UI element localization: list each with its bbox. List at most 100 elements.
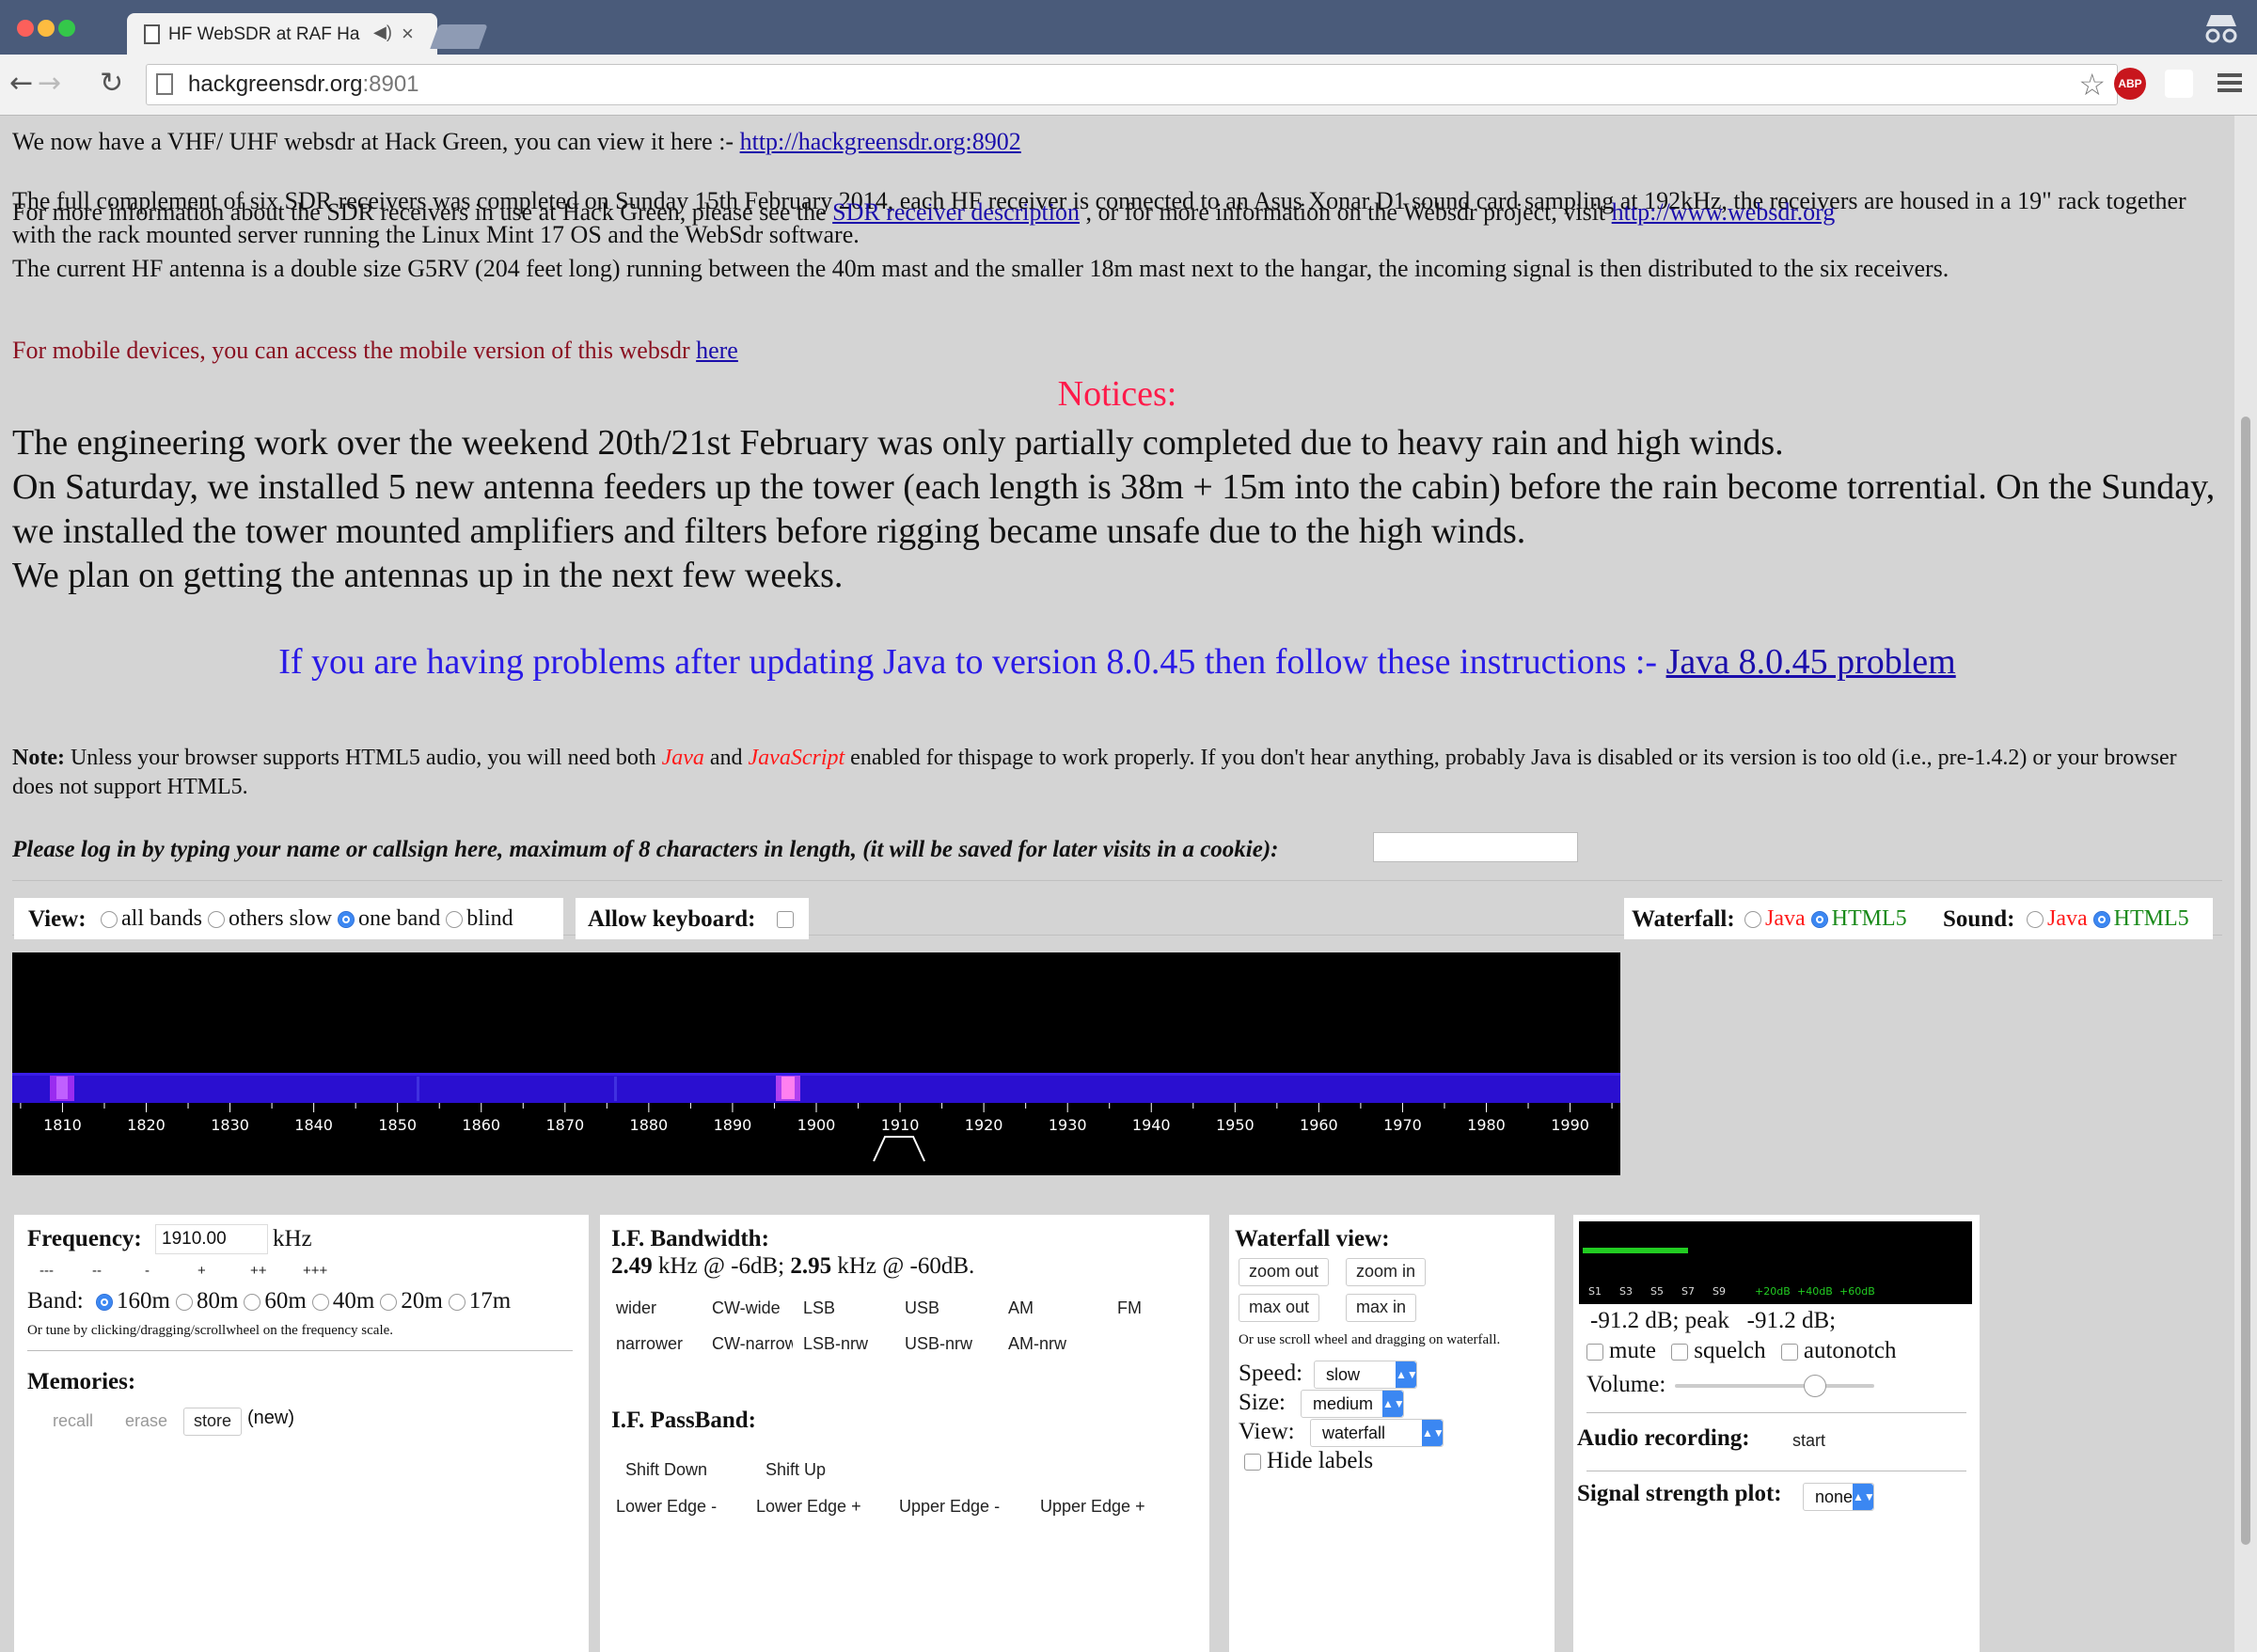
- view-option-radio-1[interactable]: [207, 911, 225, 929]
- scale-label: 1970: [1383, 1116, 1422, 1134]
- edge-button-upper-edge-[interactable]: Upper Edge +: [1030, 1493, 1156, 1521]
- bw-button-cw-wide[interactable]: CW-wide: [702, 1295, 791, 1323]
- step-button-4[interactable]: ++: [240, 1258, 277, 1286]
- band-radio-5[interactable]: [448, 1294, 466, 1312]
- notice-body: The engineering work over the weekend 20…: [12, 421, 2222, 598]
- waterfall-java-radio[interactable]: [1744, 911, 1761, 929]
- edge-button-lower-edge-[interactable]: Lower Edge +: [746, 1493, 872, 1521]
- edge-button-upper-edge-[interactable]: Upper Edge -: [889, 1493, 1011, 1521]
- recall-button[interactable]: recall: [42, 1408, 104, 1436]
- zoom-window-button[interactable]: [58, 20, 75, 37]
- bookmark-star-icon[interactable]: ☆: [2078, 67, 2106, 102]
- minimize-window-button[interactable]: [38, 20, 55, 37]
- scale-label: 1950: [1216, 1116, 1255, 1134]
- speaker-icon[interactable]: ◀): [373, 23, 392, 42]
- extension-icon[interactable]: [2165, 70, 2193, 98]
- band-radio-2[interactable]: [244, 1294, 261, 1312]
- keyboard-option: Allow keyboard:: [576, 898, 809, 939]
- waterfall-sound-options: Waterfall: Java HTML5 Sound: Java HTML5: [1624, 898, 2213, 939]
- menu-icon[interactable]: [2218, 70, 2242, 98]
- max-out-button[interactable]: max out: [1239, 1294, 1320, 1322]
- waterfall-html5-radio[interactable]: [1810, 911, 1828, 929]
- sound-java-radio[interactable]: [2027, 911, 2044, 929]
- back-icon[interactable]: ←: [9, 67, 33, 100]
- speed-select[interactable]: slow ▲▼: [1314, 1361, 1418, 1389]
- new-tab-button[interactable]: [430, 24, 488, 49]
- store-button[interactable]: store: [183, 1408, 243, 1436]
- signal-plot-select[interactable]: none ▲▼: [1803, 1483, 1875, 1511]
- vhf-link[interactable]: http://hackgreensdr.org:8902: [740, 128, 1021, 155]
- tab-close-icon[interactable]: ×: [402, 22, 414, 46]
- scrollbar-thumb[interactable]: [2241, 417, 2250, 1545]
- frequency-input[interactable]: 1910.00: [155, 1224, 268, 1254]
- band-radio-4[interactable]: [380, 1294, 398, 1312]
- bw-button-am[interactable]: AM: [998, 1295, 1044, 1323]
- size-select[interactable]: medium ▲▼: [1301, 1390, 1405, 1418]
- squelch-label: squelch: [1694, 1338, 1766, 1363]
- meter-label: +20dB: [1755, 1285, 1791, 1298]
- bw-button-usb-nrw[interactable]: USB-nrw: [894, 1330, 984, 1359]
- browser-tab[interactable]: HF WebSDR at RAF Ha ◀) ×: [127, 13, 437, 55]
- erase-button[interactable]: erase: [115, 1408, 179, 1436]
- view-option-radio-0[interactable]: [101, 911, 118, 929]
- view-label: View:: [28, 906, 87, 932]
- notice-line-2: On Saturday, we installed 5 new antenna …: [12, 467, 2216, 551]
- bw-button-fm[interactable]: FM: [1107, 1295, 1152, 1323]
- zoom-in-button[interactable]: zoom in: [1346, 1258, 1427, 1286]
- step-button-3[interactable]: +: [187, 1258, 216, 1286]
- band-radio-1[interactable]: [175, 1294, 193, 1312]
- step-button-2[interactable]: -: [134, 1258, 160, 1286]
- squelch-checkbox[interactable]: [1671, 1344, 1689, 1361]
- bw-button-lsb[interactable]: LSB: [793, 1295, 846, 1323]
- vhf-notice: We now have a VHF/ UHF websdr at Hack Gr…: [12, 125, 2222, 159]
- page-content: We now have a VHF/ UHF websdr at Hack Gr…: [0, 116, 2234, 1652]
- shift-down-button[interactable]: Shift Down: [615, 1456, 718, 1485]
- mobile-here-link[interactable]: here: [696, 337, 738, 364]
- audio-recording-label: Audio recording:: [1577, 1425, 1750, 1451]
- bw-button-lsb-nrw[interactable]: LSB-nrw: [793, 1330, 879, 1359]
- view-option-radio-2[interactable]: [337, 911, 355, 929]
- start-recording-button[interactable]: start: [1782, 1427, 1837, 1455]
- max-in-button[interactable]: max in: [1346, 1294, 1417, 1322]
- allow-keyboard-checkbox[interactable]: [777, 911, 794, 928]
- band-radio-3[interactable]: [311, 1294, 329, 1312]
- hide-labels-option: Hide labels: [1244, 1448, 1373, 1474]
- note-javascript: JavaScript: [748, 746, 845, 770]
- login-input[interactable]: [1373, 832, 1578, 862]
- band-radio-0[interactable]: [96, 1294, 113, 1312]
- shift-up-button[interactable]: Shift Up: [755, 1456, 837, 1485]
- bw-button-cw-narrow[interactable]: CW-narrow: [702, 1330, 808, 1359]
- bw-button-narrower[interactable]: narrower: [606, 1330, 694, 1359]
- sdr-description-link[interactable]: SDR receiver description: [832, 198, 1080, 226]
- view-option-radio-3[interactable]: [446, 911, 464, 929]
- bw-button-am-nrw[interactable]: AM-nrw: [998, 1330, 1077, 1359]
- volume-slider-knob[interactable]: [1804, 1375, 1827, 1397]
- scale-label: 1810: [43, 1116, 82, 1134]
- close-window-button[interactable]: [17, 20, 34, 37]
- page-scrollbar[interactable]: [2234, 116, 2257, 1652]
- step-button-5[interactable]: +++: [292, 1258, 339, 1286]
- step-button-0[interactable]: ---: [29, 1258, 64, 1286]
- signal-plot-value: none: [1815, 1487, 1854, 1506]
- step-button-1[interactable]: --: [82, 1258, 112, 1286]
- view-select[interactable]: waterfall ▲▼: [1310, 1419, 1444, 1447]
- bw-button-usb[interactable]: USB: [894, 1295, 951, 1323]
- band-radio-group: 160m 80m 60m 40m 20m 17m: [96, 1288, 516, 1314]
- bw-button-wider[interactable]: wider: [606, 1295, 668, 1323]
- autonotch-checkbox[interactable]: [1780, 1344, 1798, 1361]
- mute-checkbox[interactable]: [1586, 1344, 1603, 1361]
- websdr-org-link[interactable]: http://www.websdr.org: [1612, 198, 1836, 226]
- forward-icon[interactable]: →: [38, 67, 61, 100]
- address-bar[interactable]: hackgreensdr.org:8901 ☆: [146, 64, 2118, 105]
- adblock-icon[interactable]: ABP: [2114, 68, 2146, 100]
- java-problem-link[interactable]: Java 8.0.45 problem: [1666, 642, 1956, 682]
- reload-icon[interactable]: ↻: [100, 67, 123, 100]
- frequency-label: Frequency:: [27, 1226, 142, 1251]
- volume-slider[interactable]: [1675, 1375, 1874, 1397]
- waterfall-display[interactable]: 1810 1820 1830 1840 1850 1860 1870 1880 1890 1900…: [12, 952, 1620, 1175]
- sound-html5-radio[interactable]: [2092, 911, 2110, 929]
- hide-labels-checkbox[interactable]: [1244, 1454, 1261, 1471]
- edge-button-lower-edge-[interactable]: Lower Edge -: [606, 1493, 728, 1521]
- frequency-panel: Frequency: 1910.00 kHz --- -- - + ++ +++ Band…: [14, 1215, 589, 1652]
- zoom-out-button[interactable]: zoom out: [1239, 1258, 1330, 1286]
